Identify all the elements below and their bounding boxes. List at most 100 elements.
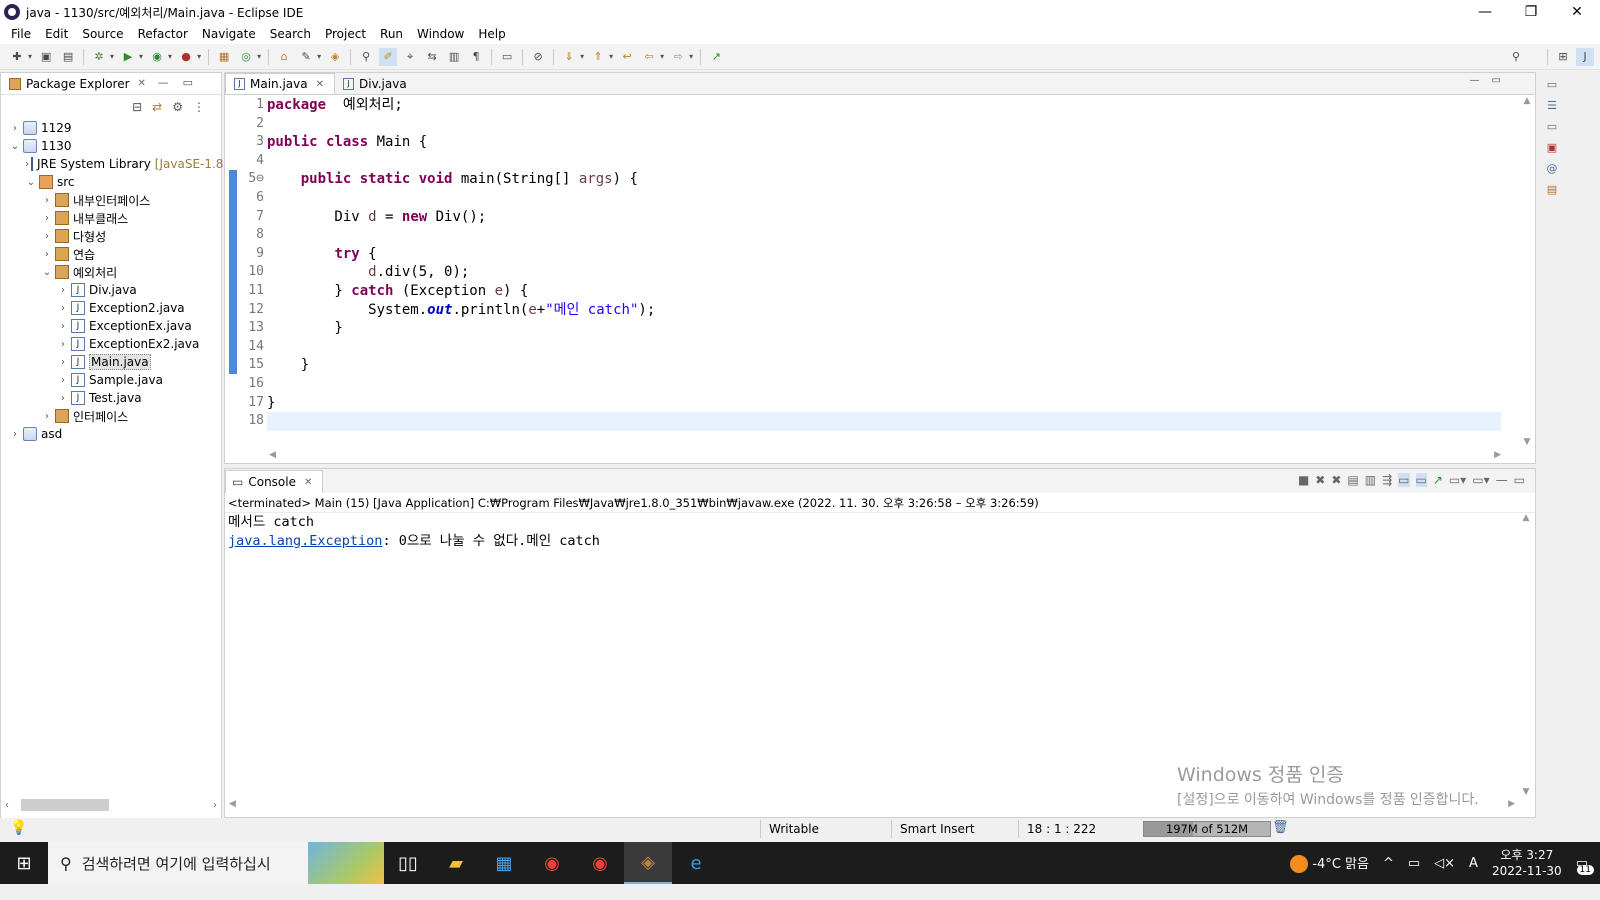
- chevron-right-icon[interactable]: ›: [41, 231, 53, 242]
- menu-navigate[interactable]: Navigate: [195, 27, 263, 41]
- menu-search[interactable]: Search: [263, 27, 318, 41]
- tree-item[interactable]: › JRE System Library [JavaSE-1.8]: [1, 155, 228, 173]
- chevron-right-icon[interactable]: ›: [57, 357, 69, 368]
- tree-item[interactable]: › 1129: [1, 119, 221, 137]
- tab-div-java[interactable]: J Div.java: [335, 73, 417, 94]
- console-output[interactable]: 메서드 catch java.lang.Exception: 0으로 나눌 수 …: [225, 513, 1535, 551]
- outline-icon[interactable]: ☰: [1547, 99, 1557, 112]
- chrome-profile-icon[interactable]: ◉: [576, 842, 624, 884]
- clear-console-icon[interactable]: ▤: [1347, 473, 1358, 487]
- tab-console[interactable]: ▭ Console ✕: [225, 470, 324, 493]
- remove-all-launches-icon[interactable]: ✖: [1331, 473, 1341, 487]
- tree-item[interactable]: › J ExceptionEx2.java: [1, 335, 221, 353]
- windows-start-icon[interactable]: ⊞: [0, 842, 48, 884]
- tree-item[interactable]: › J Div.java: [1, 281, 221, 299]
- maximize-view-icon[interactable]: ▭: [1514, 473, 1525, 487]
- scroll-right-icon[interactable]: ›: [213, 800, 217, 811]
- tree-item[interactable]: › 인터페이스: [1, 407, 221, 425]
- menu-refactor[interactable]: Refactor: [131, 27, 195, 41]
- restore-icon[interactable]: ▭: [1547, 78, 1557, 91]
- paragraph-icon[interactable]: ¶: [467, 48, 485, 66]
- external-tools-icon[interactable]: ●: [177, 48, 195, 66]
- back-icon[interactable]: ⇦: [640, 48, 658, 66]
- debug-icon[interactable]: ✲: [90, 48, 108, 66]
- ime-indicator[interactable]: A: [1469, 856, 1478, 871]
- run-icon[interactable]: ▶: [119, 48, 137, 66]
- tree-item[interactable]: ⌄ src: [1, 173, 221, 191]
- chevron-right-icon[interactable]: ›: [9, 429, 21, 440]
- chevron-down-icon[interactable]: ⌄: [41, 267, 53, 278]
- chevron-right-icon[interactable]: ›: [57, 321, 69, 332]
- editor-minmax-controls[interactable]: —▭: [1470, 75, 1513, 86]
- coverage-icon[interactable]: ◉: [148, 48, 166, 66]
- word-wrap-icon[interactable]: ▥: [445, 48, 463, 66]
- menu-project[interactable]: Project: [318, 27, 373, 41]
- pin-editor-icon[interactable]: ↗: [707, 48, 725, 66]
- tree-item[interactable]: › asd: [1, 425, 221, 443]
- heap-status[interactable]: 197M of 512M: [1143, 821, 1271, 837]
- view-menu-icon[interactable]: ⋮: [193, 100, 205, 114]
- console-vscrollbar[interactable]: ▲ ▼: [1519, 513, 1533, 797]
- close-icon[interactable]: ✕: [316, 79, 324, 90]
- minimize-view-icon[interactable]: —: [1496, 473, 1508, 487]
- problems-icon[interactable]: ▣: [1547, 141, 1557, 154]
- taskbar-search[interactable]: ⚲ 검색하려면 여기에 입력하십시: [48, 842, 384, 884]
- editor-vscrollbar[interactable]: ▲ ▼: [1519, 96, 1535, 447]
- tree-item[interactable]: › J Exception2.java: [1, 299, 221, 317]
- close-icon[interactable]: ✕: [304, 477, 312, 488]
- filter-icon[interactable]: ⚙: [172, 100, 183, 114]
- editor-body[interactable]: 1 2 3 4 5⊖ 6 7 8 9 10 11 12 13 14 15 16 17 18 package 예외처…: [225, 96, 1535, 460]
- file-explorer-icon[interactable]: ▰: [432, 842, 480, 884]
- show-on-stdout-icon[interactable]: ▭: [1398, 473, 1410, 487]
- java-perspective-icon[interactable]: J: [1576, 47, 1594, 66]
- open-console-icon[interactable]: ▭▾: [1472, 473, 1489, 487]
- chevron-right-icon[interactable]: ›: [41, 411, 53, 422]
- save-icon[interactable]: ▣: [37, 48, 55, 66]
- tree-item[interactable]: › J Test.java: [1, 389, 221, 407]
- chevron-right-icon[interactable]: ›: [41, 249, 53, 260]
- forward-icon[interactable]: ⇨: [669, 48, 687, 66]
- tree-item[interactable]: › 내부인터페이스: [1, 191, 221, 209]
- menu-run[interactable]: Run: [373, 27, 410, 41]
- network-icon[interactable]: ▭: [1408, 856, 1420, 871]
- link-with-editor-icon[interactable]: ⇄: [152, 100, 162, 114]
- tab-main-java[interactable]: J Main.java ✕: [225, 73, 335, 94]
- next-annotation-icon[interactable]: ⇓: [560, 48, 578, 66]
- chevron-right-icon[interactable]: ›: [57, 393, 69, 404]
- tree-item[interactable]: › J Main.java: [1, 353, 221, 371]
- maximize-button[interactable]: ❐: [1508, 0, 1554, 24]
- javadoc-icon[interactable]: @: [1547, 162, 1558, 175]
- clock[interactable]: 오후 3:27 2022-11-30: [1492, 847, 1562, 879]
- explorer-hscrollbar[interactable]: ‹ ›: [5, 797, 217, 813]
- scroll-lock-icon[interactable]: ▥: [1365, 473, 1376, 487]
- new-java-package-icon[interactable]: ▦: [215, 48, 233, 66]
- weather-widget[interactable]: -4°C 맑음: [1290, 853, 1369, 874]
- code-text[interactable]: package 예외처리; public class Main { public …: [267, 96, 1501, 447]
- menu-file[interactable]: File: [4, 27, 38, 41]
- menu-window[interactable]: Window: [410, 27, 471, 41]
- editor-hscrollbar[interactable]: ◀ ▶: [269, 447, 1501, 463]
- last-edit-icon[interactable]: ↩: [618, 48, 636, 66]
- tree-item[interactable]: ⌄ 1130: [1, 137, 221, 155]
- tree-item[interactable]: › J ExceptionEx.java: [1, 317, 221, 335]
- search-icon[interactable]: ⚲: [1507, 48, 1525, 66]
- tree-item[interactable]: › J Sample.java: [1, 371, 221, 389]
- collapse-all-icon[interactable]: ⊟: [132, 100, 142, 114]
- chevron-right-icon[interactable]: ›: [57, 375, 69, 386]
- internet-explorer-icon[interactable]: e: [672, 842, 720, 884]
- word-wrap-icon[interactable]: ⇶: [1382, 473, 1392, 487]
- chevron-right-icon[interactable]: ›: [41, 213, 53, 224]
- declaration-icon[interactable]: ▤: [1547, 183, 1557, 196]
- lightbulb-icon[interactable]: 💡: [10, 820, 27, 836]
- microsoft-store-icon[interactable]: ▦: [480, 842, 528, 884]
- mark-occurrences-icon[interactable]: ✐: [379, 47, 398, 66]
- open-type-icon[interactable]: ⌂: [275, 48, 293, 66]
- show-on-stderr-icon[interactable]: ▭: [1415, 473, 1427, 487]
- chevron-right-icon[interactable]: ›: [57, 303, 69, 314]
- display-selected-console-icon[interactable]: ▭▾: [1449, 473, 1466, 487]
- new-icon[interactable]: ✚: [8, 48, 26, 66]
- view-minmax-controls[interactable]: —▭: [158, 76, 207, 89]
- save-all-icon[interactable]: ▤: [59, 48, 77, 66]
- pin-console-icon[interactable]: ↗: [1433, 473, 1443, 487]
- chevron-down-icon[interactable]: ⌄: [25, 177, 37, 188]
